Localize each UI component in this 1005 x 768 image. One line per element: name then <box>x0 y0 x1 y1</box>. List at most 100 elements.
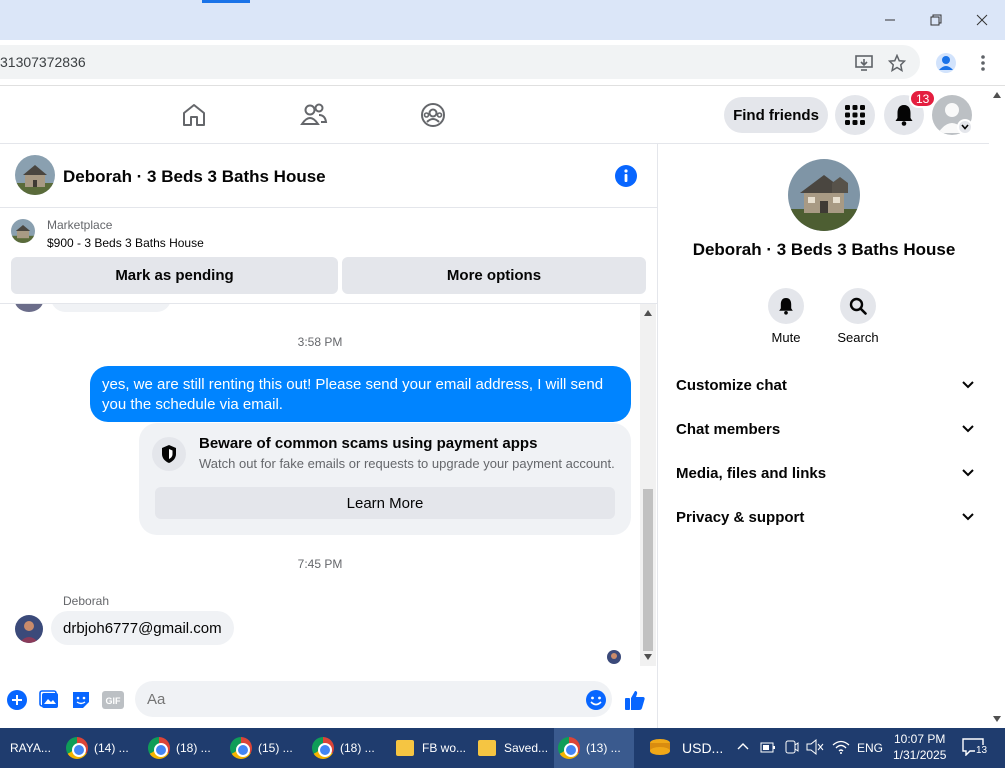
volume-muted-icon[interactable] <box>806 739 824 755</box>
listing-thumbnail[interactable] <box>11 219 35 243</box>
groups-icon[interactable] <box>418 100 448 130</box>
chrome-icon <box>66 737 88 759</box>
incoming-message-bubble[interactable]: drbjoh6777@gmail.com <box>51 611 234 645</box>
restore-icon <box>930 14 942 26</box>
taskbar-item-label: (15) ... <box>258 741 293 755</box>
taskbar-item[interactable]: (18) ... <box>312 728 392 768</box>
section-chat-members[interactable]: Chat members <box>676 417 974 441</box>
marketplace-listing-bar: Marketplace $900 - 3 Beds 3 Baths House … <box>0 208 658 304</box>
search-action[interactable]: Search <box>828 288 888 345</box>
browser-menu-icon[interactable] <box>972 52 994 74</box>
section-media-files-links[interactable]: Media, files and links <box>676 461 974 485</box>
currency-widget[interactable]: USD... <box>648 728 728 768</box>
sender-name: Deborah <box>63 594 110 608</box>
sticker-icon[interactable] <box>70 689 92 711</box>
taskbar-item[interactable]: FB wo... <box>396 728 476 768</box>
taskbar-clock[interactable]: 10:07 PM 1/31/2025 <box>893 731 946 763</box>
chevron-down-icon <box>962 381 974 389</box>
previous-sender-avatar <box>15 304 43 312</box>
taskbar-item-label: (14) ... <box>94 741 129 755</box>
battery-icon[interactable] <box>760 740 776 754</box>
menu-grid-button[interactable] <box>835 95 875 135</box>
taskbar-item-label: (18) ... <box>176 741 211 755</box>
sender-avatar[interactable] <box>15 615 43 643</box>
section-label: Chat members <box>676 420 781 438</box>
taskbar-item[interactable]: (15) ... <box>230 728 310 768</box>
chat-house-avatar[interactable] <box>15 155 55 195</box>
section-customize-chat[interactable]: Customize chat <box>676 373 974 397</box>
taskbar-item-label: (18) ... <box>340 741 375 755</box>
restore-button[interactable] <box>916 6 956 34</box>
close-button[interactable] <box>962 6 1002 34</box>
taskbar-item[interactable]: (14) ... <box>66 728 146 768</box>
bell-icon[interactable] <box>768 288 804 324</box>
coins-icon <box>650 739 670 755</box>
search-label: Search <box>837 330 879 345</box>
message-scrollbar-thumb[interactable] <box>643 489 653 651</box>
taskbar-item[interactable]: Saved... <box>478 728 558 768</box>
friends-icon[interactable] <box>299 100 329 130</box>
page-scrollbar[interactable] <box>989 86 1005 728</box>
mute-action[interactable]: Mute <box>756 288 816 345</box>
learn-more-button[interactable]: Learn More <box>155 487 615 519</box>
folder-icon <box>478 740 496 756</box>
gif-icon[interactable]: GIF <box>102 689 124 711</box>
thumbs-up-icon[interactable] <box>624 689 646 711</box>
emoji-icon[interactable] <box>585 689 607 711</box>
outgoing-message-bubble[interactable]: yes, we are still renting this out! Plea… <box>90 366 631 422</box>
chrome-icon <box>558 737 580 759</box>
taskbar-item-label: Saved... <box>504 741 549 755</box>
scroll-up-icon[interactable] <box>644 310 652 316</box>
close-icon <box>976 14 988 26</box>
scam-warning-description: Watch out for fake emails or requests to… <box>199 456 615 471</box>
find-friends-button[interactable]: Find friends <box>724 97 828 133</box>
listing-title[interactable]: $900 - 3 Beds 3 Baths House <box>47 236 204 250</box>
scroll-down-icon[interactable] <box>644 654 652 660</box>
more-options-button[interactable]: More options <box>342 257 646 294</box>
taskbar-item[interactable]: RAYA... <box>0 728 60 768</box>
chat-panel: Deborah · 3 Beds 3 Baths House Marketpla… <box>0 144 658 728</box>
account-chevron-down-icon[interactable] <box>957 119 973 135</box>
chrome-icon <box>230 737 252 759</box>
search-icon[interactable] <box>840 288 876 324</box>
wifi-icon[interactable] <box>832 740 850 754</box>
svg-text:GIF: GIF <box>106 696 122 706</box>
section-privacy-support[interactable]: Privacy & support <box>676 505 974 529</box>
omnibox[interactable]: 31307372836 <box>0 45 920 79</box>
action-center-button[interactable]: 13 <box>962 738 989 758</box>
minimize-button[interactable] <box>870 6 910 34</box>
grid-icon <box>845 105 865 125</box>
meet-icon[interactable] <box>785 739 799 755</box>
section-label: Media, files and links <box>676 464 827 482</box>
active-tab-indicator <box>202 0 250 3</box>
clock-time: 10:07 PM <box>894 732 946 746</box>
scam-warning-title: Beware of common scams using payment app… <box>199 435 538 452</box>
page-scroll-down-icon[interactable] <box>993 716 1001 722</box>
taskbar-item-active[interactable]: (13) ... <box>554 728 634 768</box>
section-label: Privacy & support <box>676 508 805 526</box>
bell-icon <box>895 105 913 126</box>
marketplace-label: Marketplace <box>47 218 113 232</box>
install-app-icon[interactable] <box>853 52 875 74</box>
profile-icon[interactable] <box>935 52 957 74</box>
message-composer: GIF <box>0 676 658 728</box>
photo-icon[interactable] <box>38 689 60 711</box>
previous-message-bubble[interactable] <box>51 304 171 312</box>
message-input[interactable] <box>135 681 612 717</box>
chat-title[interactable]: Deborah · 3 Beds 3 Baths House <box>63 167 326 187</box>
timestamp-2: 7:45 PM <box>297 557 343 571</box>
chrome-icon <box>148 737 170 759</box>
chevron-down-icon <box>962 425 974 433</box>
mute-label: Mute <box>771 330 801 345</box>
plus-icon[interactable] <box>6 689 28 711</box>
minimize-icon <box>885 19 895 21</box>
home-icon[interactable] <box>179 100 209 130</box>
taskbar-item[interactable]: (18) ... <box>148 728 228 768</box>
page-scroll-up-icon[interactable] <box>993 92 1001 98</box>
mark-as-pending-button[interactable]: Mark as pending <box>11 257 338 294</box>
language-indicator[interactable]: ENG <box>857 728 883 768</box>
conversation-info-panel: Deborah · 3 Beds 3 Baths House Mute Sear… <box>659 144 989 728</box>
bookmark-star-icon[interactable] <box>886 52 908 74</box>
info-icon[interactable] <box>614 164 638 188</box>
chevron-up-icon[interactable] <box>737 742 749 750</box>
